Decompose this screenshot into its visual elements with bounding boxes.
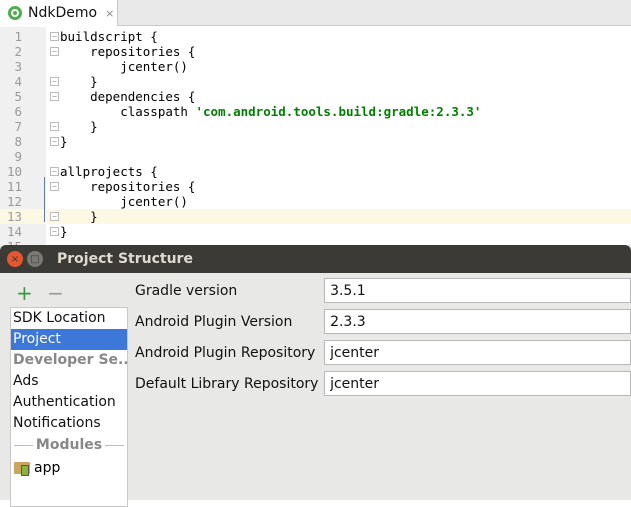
module-folder-icon [14,462,30,476]
code-text: } [60,134,68,149]
fold-icon[interactable]: − [50,212,59,221]
code-line[interactable]: 13 − } [0,209,631,224]
code-text: repositories { [60,179,196,194]
line-number: 7 [14,119,22,134]
line-number: 2 [14,44,22,59]
plugin-repository-input[interactable] [324,340,631,365]
project-structure-dialog: × □ Project Structure + − SDK Location P… [0,245,631,507]
gradle-version-input[interactable] [324,278,631,303]
library-repository-input[interactable] [324,371,631,396]
sidebar-item-authentication[interactable]: Authentication [11,392,127,413]
module-label: app [34,460,61,476]
field-label: Android Plugin Version [135,313,293,330]
code-text: classpath 'com.android.tools.build:gradl… [60,104,482,119]
fold-icon[interactable]: − [50,182,59,191]
code-text: } [60,224,68,239]
code-line[interactable]: 2 − repositories { [0,44,631,59]
tab-ndkdemo[interactable]: NdkDemo × [0,0,118,26]
plugin-version-row: Android Plugin Version [135,309,631,334]
dialog-title: Project Structure [57,251,193,267]
code-line[interactable]: 8 −} [0,134,631,149]
code-text: } [60,119,98,134]
minimize-window-button[interactable]: □ [27,251,43,267]
line-number: 11 [6,179,22,194]
sidebar-item-project[interactable]: Project [11,329,127,350]
code-text: } [60,74,98,89]
developer-services-header: Developer Se... [13,352,127,368]
fold-icon[interactable]: − [50,122,59,131]
code-line[interactable]: 11 − repositories { [0,179,631,194]
code-text: } [60,209,98,224]
line-number: 5 [14,89,22,104]
code-line[interactable]: 10 − allprojects { [0,164,631,179]
code-text: allprojects { [60,164,158,179]
line-number: 10 [6,164,22,179]
code-line[interactable]: 12 jcenter() [0,194,631,209]
tab-title: NdkDemo [28,5,98,21]
modules-separator: Modules [11,433,127,457]
fold-icon[interactable]: − [50,77,59,86]
plugin-version-input[interactable] [324,309,631,334]
fold-icon[interactable]: − [50,137,59,146]
line-number: 8 [14,134,22,149]
gradle-version-row: Gradle version [135,278,631,303]
library-repository-row: Default Library Repository [135,371,631,396]
code-line[interactable]: 4 − } [0,74,631,89]
string-literal: 'com.android.tools.build:gradle:2.3.3' [195,104,482,119]
line-number: 6 [14,104,22,119]
line-number: 14 [6,224,22,239]
editor-tab-bar: NdkDemo × [0,0,631,26]
code-line[interactable]: 7 − } [0,119,631,134]
line-number: 1 [14,29,22,44]
fold-icon[interactable]: − [50,92,59,101]
close-window-button[interactable]: × [7,251,23,267]
change-marker [44,177,45,222]
code-line[interactable]: 14 −} [0,224,631,239]
fold-icon[interactable]: − [50,227,59,236]
code-line[interactable]: 5 − dependencies { [0,89,631,104]
sidebar-item-sdk-location[interactable]: SDK Location [11,308,127,329]
field-label: Gradle version [135,282,238,299]
add-icon[interactable]: + [16,281,33,305]
remove-icon[interactable]: − [47,281,64,305]
code-line[interactable]: 3 jcenter() [0,59,631,74]
fold-icon[interactable]: − [50,47,59,56]
line-number: 4 [14,74,22,89]
line-number: 3 [14,59,22,74]
sidebar-item-notifications[interactable]: Notifications [11,413,127,434]
line-number: 9 [14,149,22,164]
code-text: jcenter() [60,59,188,74]
code-editor[interactable]: 1− buildscript {2− repositories {3 jcente… [0,27,631,254]
field-label: Default Library Repository [135,375,319,392]
line-number: 13 [6,209,22,224]
close-tab-icon[interactable]: × [105,7,114,20]
android-module-icon [8,6,22,20]
code-text: buildscript { [60,29,158,44]
code-line[interactable]: 6 classpath 'com.android.tools.build:gra… [0,104,631,119]
sidebar-list: SDK Location Project Developer Se... Ads… [10,307,128,507]
line-number: 12 [6,194,22,209]
code-line[interactable]: 1 − buildscript { [0,29,631,44]
code-line[interactable]: 9 [0,149,631,164]
sidebar-item-app[interactable]: app [11,457,127,479]
code-text: jcenter() [60,194,188,209]
plugin-repository-row: Android Plugin Repository [135,340,631,365]
dialog-titlebar: × □ Project Structure [0,245,631,273]
field-label: Android Plugin Repository [135,344,316,361]
fold-icon[interactable]: − [50,32,59,41]
fold-icon[interactable]: − [50,167,59,176]
sidebar-item-ads[interactable]: Ads [11,371,127,392]
code-text: repositories { [60,44,196,59]
code-text: dependencies { [60,89,196,104]
